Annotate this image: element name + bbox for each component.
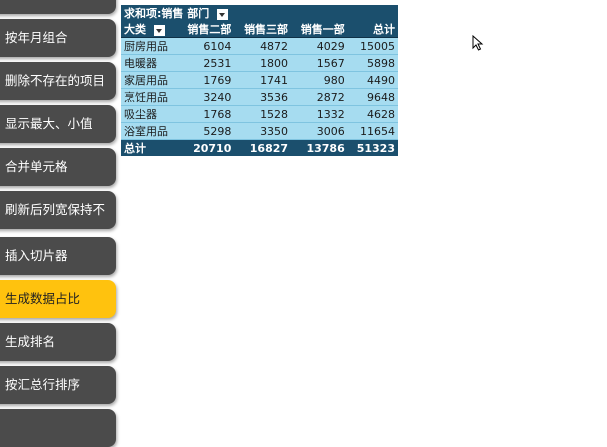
row-label[interactable]: 浴室用品 xyxy=(121,122,178,140)
cell-value[interactable]: 4029 xyxy=(291,37,348,55)
cell-value[interactable]: 2872 xyxy=(291,88,348,106)
merge-cells-button[interactable]: 合并单元格 xyxy=(0,148,116,186)
cell-value[interactable]: 5298 xyxy=(177,122,235,140)
pivot-row: 电暖器 2531 1800 1567 5898 xyxy=(121,54,398,72)
row-label[interactable]: 厨房用品 xyxy=(121,37,178,55)
cell-value[interactable]: 1332 xyxy=(291,105,348,123)
grand-total-value[interactable]: 51323 xyxy=(347,139,398,156)
row-total[interactable]: 4490 xyxy=(347,71,398,89)
pivot-title-row: 求和项:销售 部门 xyxy=(121,5,398,21)
row-total[interactable]: 11654 xyxy=(347,122,398,140)
column-filter-dropdown-icon[interactable] xyxy=(217,8,229,20)
pivot-header-row: 大类 销售二部 销售三部 销售一部 总计 xyxy=(121,21,398,38)
value-field-label[interactable]: 求和项:销售 xyxy=(124,7,183,20)
pivot-row: 烹饪用品 3240 3536 2872 9648 xyxy=(121,88,398,106)
row-label[interactable]: 烹饪用品 xyxy=(121,88,178,106)
row-label[interactable]: 电暖器 xyxy=(121,54,178,72)
cell-value[interactable]: 980 xyxy=(291,71,348,89)
insert-slicer-button[interactable]: 插入切片器 xyxy=(0,237,116,275)
group-by-year-month-button[interactable]: 按年月组合 xyxy=(0,19,116,57)
pivot-row: 家居用品 1769 1741 980 4490 xyxy=(121,71,398,89)
cell-value[interactable]: 1567 xyxy=(291,54,348,72)
generate-data-percentage-button[interactable]: 生成数据占比 xyxy=(0,280,116,318)
macro-button-10[interactable] xyxy=(0,409,116,447)
cell-value[interactable]: 3240 xyxy=(177,88,235,106)
cell-value[interactable]: 1768 xyxy=(177,105,235,123)
cell-value[interactable]: 3006 xyxy=(291,122,348,140)
keep-column-width-button[interactable]: 刷新后列宽保持不 xyxy=(0,191,116,229)
pivot-row: 厨房用品 6104 4872 4029 15005 xyxy=(121,37,398,55)
row-label[interactable]: 家居用品 xyxy=(121,71,178,89)
cell-value[interactable]: 3536 xyxy=(234,88,292,106)
row-total[interactable]: 15005 xyxy=(347,37,398,55)
sort-by-total-row-button[interactable]: 按汇总行排序 xyxy=(0,366,116,404)
row-total[interactable]: 4628 xyxy=(347,105,398,123)
macro-button-0[interactable] xyxy=(0,0,116,14)
pivot-row: 浴室用品 5298 3350 3006 11654 xyxy=(121,122,398,140)
cell-value[interactable]: 1528 xyxy=(234,105,292,123)
grand-total-label[interactable]: 总计 xyxy=(121,139,178,156)
column-header[interactable]: 销售二部 xyxy=(177,21,235,38)
pivot-table: 求和项:销售 部门 大类 销售二部 销售三部 销售一部 总计 厨房用品 6104… xyxy=(121,5,398,156)
cell-value[interactable]: 1769 xyxy=(177,71,235,89)
row-field-label: 大类 xyxy=(124,23,146,36)
row-total[interactable]: 9648 xyxy=(347,88,398,106)
column-total[interactable]: 20710 xyxy=(177,139,235,156)
cell-value[interactable]: 1741 xyxy=(234,71,292,89)
column-header-total[interactable]: 总计 xyxy=(347,21,398,38)
row-filter-dropdown-icon[interactable] xyxy=(153,24,165,36)
row-total[interactable]: 5898 xyxy=(347,54,398,72)
cell-value[interactable]: 1800 xyxy=(234,54,292,72)
row-label[interactable]: 吸尘器 xyxy=(121,105,178,123)
cell-value[interactable]: 6104 xyxy=(177,37,235,55)
column-total[interactable]: 13786 xyxy=(291,139,348,156)
cell-value[interactable]: 2531 xyxy=(177,54,235,72)
column-total[interactable]: 16827 xyxy=(234,139,292,156)
column-field-label: 部门 xyxy=(187,7,210,20)
delete-missing-items-button[interactable]: 删除不存在的项目 xyxy=(0,62,116,100)
cell-value[interactable]: 3350 xyxy=(234,122,292,140)
column-header[interactable]: 销售三部 xyxy=(234,21,292,38)
show-max-min-button[interactable]: 显示最大、小值 xyxy=(0,105,116,143)
cell-value[interactable]: 4872 xyxy=(234,37,292,55)
generate-ranking-button[interactable]: 生成排名 xyxy=(0,323,116,361)
column-header[interactable]: 销售一部 xyxy=(291,21,348,38)
mouse-pointer-icon xyxy=(472,35,484,51)
pivot-row: 吸尘器 1768 1528 1332 4628 xyxy=(121,105,398,123)
grand-total-row: 总计 20710 16827 13786 51323 xyxy=(121,139,398,156)
